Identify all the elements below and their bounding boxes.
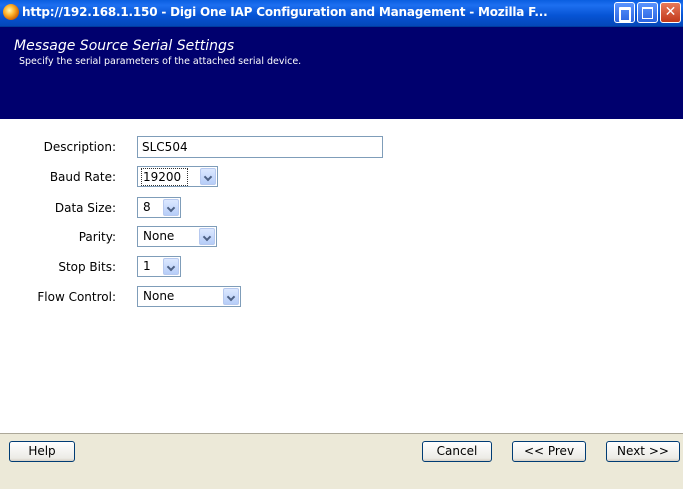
data-size-label: Data Size: (54, 201, 116, 215)
window-title: http://192.168.1.150 - Digi One IAP Conf… (22, 5, 548, 19)
maximize-button[interactable] (637, 2, 658, 23)
flow-control-select[interactable]: None (137, 286, 241, 307)
page-title: Message Source Serial Settings (14, 38, 235, 54)
parity-value: None (143, 229, 175, 243)
form-panel (0, 119, 683, 434)
close-button[interactable]: ✕ (660, 2, 681, 23)
next-button[interactable]: Next >> (606, 441, 680, 462)
page-header: Message Source Serial Settings Specify t… (0, 27, 683, 119)
prev-button[interactable]: << Prev (512, 441, 586, 462)
minimize-button[interactable] (614, 2, 635, 23)
footer-divider (0, 433, 683, 434)
baud-rate-select[interactable]: 19200 (137, 166, 218, 187)
data-size-value: 8 (143, 200, 151, 214)
parity-select[interactable]: None (137, 226, 217, 247)
window-titlebar[interactable]: http://192.168.1.150 - Digi One IAP Conf… (0, 0, 683, 27)
chevron-down-icon[interactable] (223, 288, 239, 305)
flow-control-label: Flow Control: (37, 290, 116, 304)
flow-control-value: None (143, 289, 175, 303)
baud-rate-label: Baud Rate: (49, 170, 116, 184)
page-subtitle: Specify the serial parameters of the att… (19, 56, 302, 67)
chevron-down-icon[interactable] (200, 168, 216, 185)
close-icon: ✕ (664, 4, 677, 20)
stop-bits-select[interactable]: 1 (137, 256, 181, 277)
baud-rate-value: 19200 (141, 168, 189, 186)
description-label: Description: (43, 140, 116, 154)
help-button[interactable]: Help (9, 441, 75, 462)
cancel-button[interactable]: Cancel (422, 441, 492, 462)
stop-bits-value: 1 (143, 259, 151, 273)
chevron-down-icon[interactable] (163, 199, 179, 216)
firefox-icon (3, 4, 19, 20)
data-size-select[interactable]: 8 (137, 197, 181, 218)
chevron-down-icon[interactable] (163, 258, 179, 275)
description-input[interactable] (137, 136, 383, 158)
parity-label: Parity: (78, 230, 116, 244)
chevron-down-icon[interactable] (199, 228, 215, 245)
stop-bits-label: Stop Bits: (58, 260, 116, 274)
